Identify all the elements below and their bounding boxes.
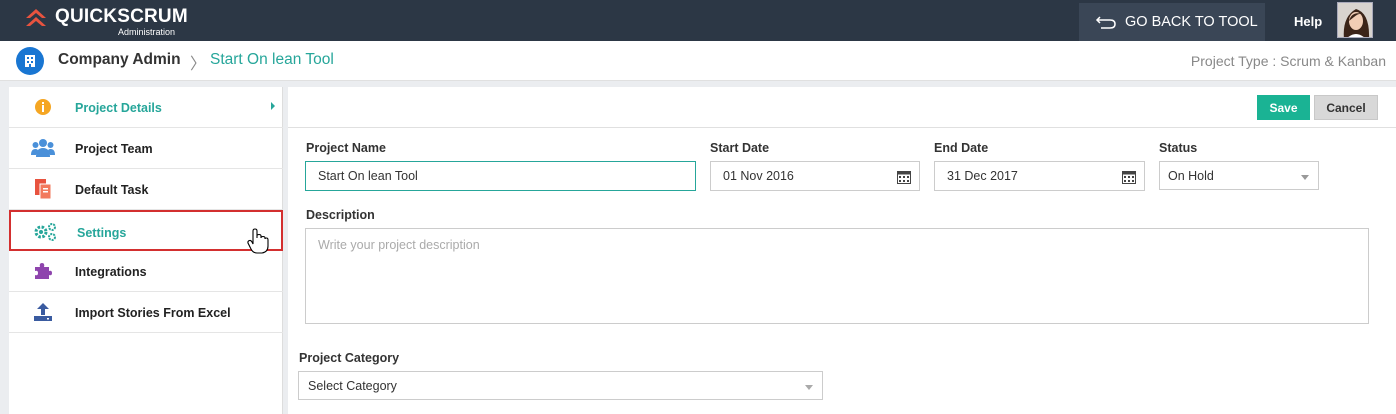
breadcrumb-project: Start On lean Tool	[210, 51, 334, 68]
logo-subtitle: Administration	[118, 27, 176, 37]
sidebar-item-settings[interactable]: Settings	[9, 210, 283, 254]
info-icon	[31, 96, 55, 118]
description-label: Description	[306, 208, 375, 222]
project-category-label: Project Category	[299, 351, 400, 365]
sidebar-item-project-team[interactable]: Project Team	[9, 128, 283, 169]
help-link[interactable]: Help	[1294, 14, 1322, 29]
go-back-to-tool-button[interactable]: GO BACK TO TOOL	[1079, 3, 1265, 41]
chevron-down-icon	[805, 385, 813, 390]
back-arrow-icon	[1095, 16, 1116, 29]
action-bar: Save Cancel	[288, 87, 1396, 128]
description-textarea[interactable]: Write your project description	[305, 228, 1369, 324]
puzzle-icon	[31, 260, 55, 282]
gears-icon	[33, 221, 57, 243]
calendar-icon[interactable]	[1122, 170, 1136, 184]
sidebar-item-label: Project Details	[75, 101, 162, 115]
end-date-label: End Date	[934, 141, 989, 155]
sidebar-item-project-details[interactable]: Project Details	[9, 87, 283, 128]
end-date-value: 31 Dec 2017	[947, 169, 1018, 183]
project-type-label: Project Type : Scrum & Kanban	[1190, 53, 1386, 69]
end-date-input[interactable]: 31 Dec 2017	[934, 161, 1145, 191]
project-details-panel: Save Cancel Project Name Start On lean T…	[288, 87, 1396, 414]
project-name-value: Start On lean Tool	[318, 169, 418, 183]
sidebar-item-label: Settings	[77, 226, 127, 240]
logo[interactable]: QUICKSCRUM Administration	[24, 6, 188, 37]
sidebar-item-integrations[interactable]: Integrations	[9, 251, 283, 292]
sidebar: Project Details Project Team Default Tas…	[9, 87, 283, 414]
save-button[interactable]: Save	[1257, 95, 1310, 120]
logo-chevron-icon	[26, 9, 46, 26]
chevron-right-icon	[271, 102, 275, 110]
cancel-button[interactable]: Cancel	[1314, 95, 1378, 120]
upload-icon	[31, 301, 55, 323]
project-category-select[interactable]: Select Category	[298, 371, 823, 400]
project-category-value: Select Category	[308, 378, 397, 393]
sidebar-item-import-stories[interactable]: Import Stories From Excel	[9, 292, 283, 333]
sidebar-item-label: Integrations	[75, 265, 147, 279]
logo-text: QUICKSCRUM	[55, 6, 188, 27]
project-name-label: Project Name	[306, 141, 386, 155]
sidebar-item-default-task[interactable]: Default Task	[9, 169, 283, 210]
team-icon	[31, 137, 55, 159]
breadcrumb-separator: 〉	[190, 56, 207, 73]
start-date-value: 01 Nov 2016	[723, 169, 794, 183]
start-date-input[interactable]: 01 Nov 2016	[710, 161, 920, 191]
breadcrumb: Company Admin 〉 Start On lean Tool Proje…	[0, 41, 1396, 81]
user-avatar[interactable]	[1337, 2, 1373, 38]
status-select[interactable]: On Hold	[1159, 161, 1319, 190]
breadcrumb-company[interactable]: Company Admin	[58, 51, 181, 69]
sidebar-item-label: Default Task	[75, 183, 149, 197]
sidebar-item-label: Import Stories From Excel	[75, 306, 231, 320]
calendar-icon[interactable]	[897, 170, 911, 184]
status-label: Status	[1159, 141, 1198, 155]
sidebar-item-label: Project Team	[75, 142, 153, 156]
chevron-down-icon	[1301, 175, 1309, 180]
task-icon	[31, 178, 55, 200]
description-placeholder: Write your project description	[318, 238, 480, 252]
go-back-label: GO BACK TO TOOL	[1125, 14, 1258, 30]
start-date-label: Start Date	[710, 141, 770, 155]
company-building-icon	[16, 47, 44, 75]
project-name-input[interactable]: Start On lean Tool	[305, 161, 696, 191]
status-value: On Hold	[1168, 168, 1214, 183]
top-bar: QUICKSCRUM Administration GO BACK TO TOO…	[0, 0, 1396, 41]
